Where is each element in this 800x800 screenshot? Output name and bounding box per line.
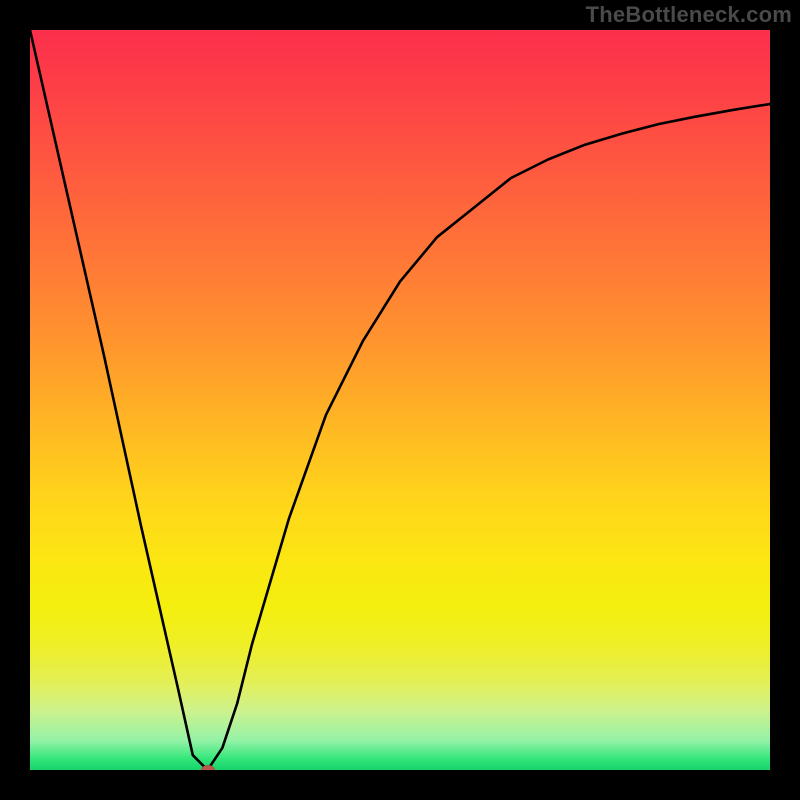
watermark-text: TheBottleneck.com xyxy=(586,2,792,28)
chart-frame: TheBottleneck.com xyxy=(0,0,800,800)
bottleneck-curve xyxy=(30,30,770,770)
optimum-marker xyxy=(201,765,215,770)
curve-path xyxy=(30,30,770,770)
plot-area xyxy=(30,30,770,770)
